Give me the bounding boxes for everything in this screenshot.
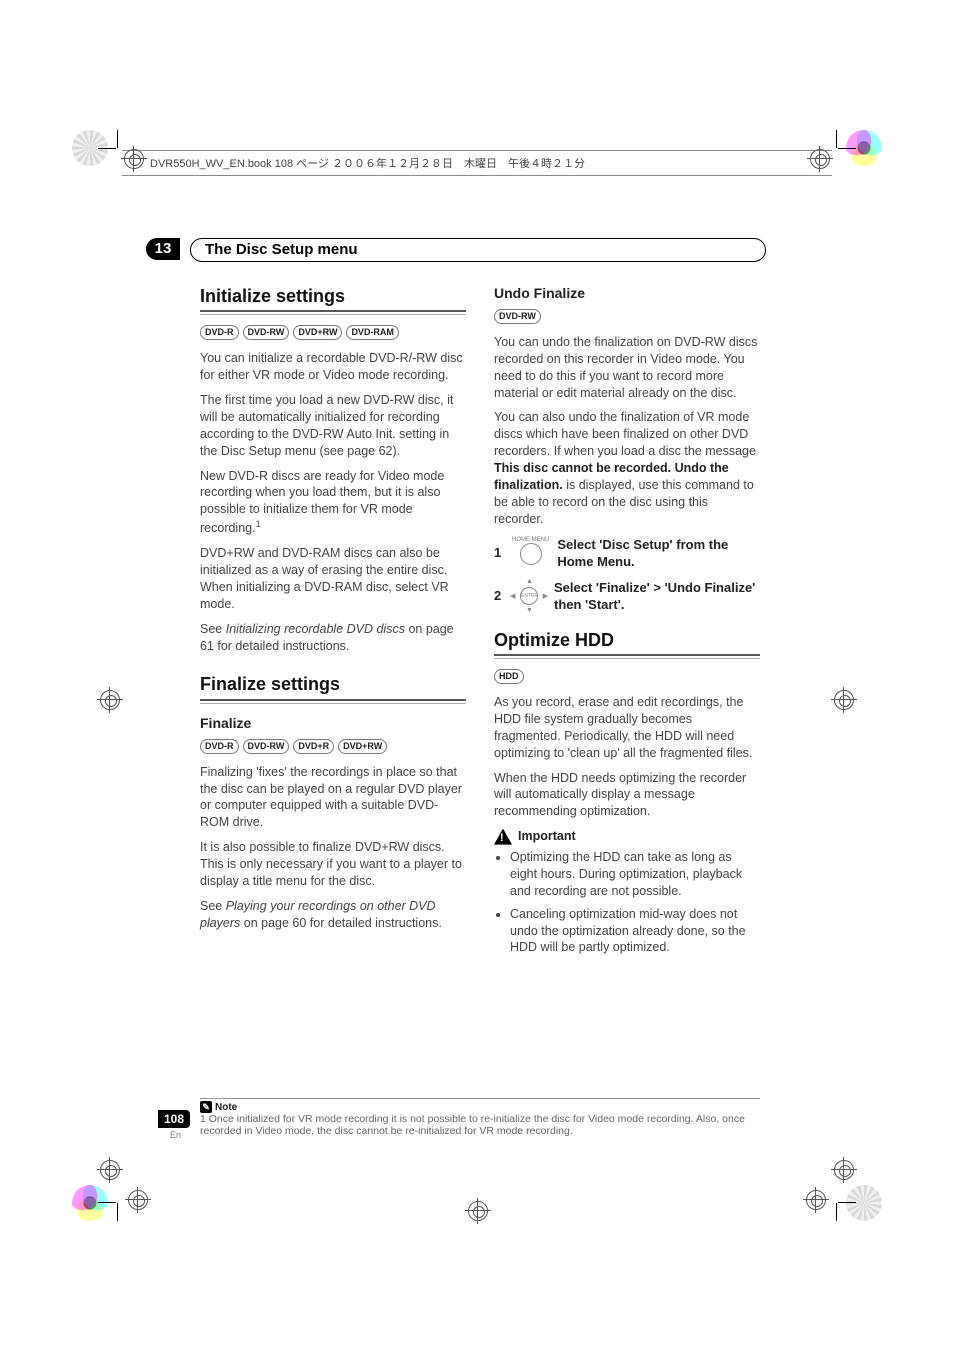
- registration-mark: [806, 1190, 826, 1210]
- registration-mark: [100, 1160, 120, 1180]
- badge-dvd-ram: DVD-RAM: [346, 325, 399, 340]
- body-text: As you record, erase and edit recordings…: [494, 694, 760, 762]
- body-text: Finalizing 'fixes' the recordings in pla…: [200, 764, 466, 832]
- enter-button-icon: ▲ ◀ ▶ ▼ ENTER: [512, 579, 546, 613]
- disc-badges-finalize: DVD-R DVD-RW DVD+R DVD+RW: [200, 739, 466, 754]
- important-heading: Important: [494, 828, 760, 845]
- heading-finalize-settings: Finalize settings: [200, 672, 466, 696]
- badge-dvd-rw: DVD-RW: [243, 325, 290, 340]
- body-text: New DVD-R discs are ready for Video mode…: [200, 468, 466, 538]
- badge-dvd-plus-r: DVD+R: [293, 739, 334, 754]
- step-text: Select 'Finalize' > 'Undo Finalize' then…: [554, 579, 760, 614]
- registration-mark: [834, 1160, 854, 1180]
- heading-optimize-hdd: Optimize HDD: [494, 628, 760, 652]
- body-text: DVD+RW and DVD-RAM discs can also be ini…: [200, 545, 466, 613]
- home-menu-label: HOME MENU: [512, 537, 549, 543]
- header-text: DVR550H_WV_EN.book 108 ページ ２００６年１２月２８日 木…: [150, 158, 585, 170]
- step-text: Select 'Disc Setup' from the Home Menu.: [557, 536, 760, 571]
- crop-mark: [836, 130, 837, 148]
- step-1: 1 HOME MENU Select 'Disc Setup' from the…: [494, 536, 760, 571]
- badge-dvd-rw: DVD-RW: [494, 309, 541, 324]
- subheading-finalize: Finalize: [200, 714, 466, 733]
- registration-mark: [834, 690, 854, 710]
- print-ornament: [846, 1185, 882, 1221]
- disc-badges-initialize: DVD-R DVD-RW DVD+RW DVD-RAM: [200, 325, 466, 340]
- disc-badges-hdd: HDD: [494, 669, 760, 684]
- chapter-title: The Disc Setup menu: [190, 238, 766, 262]
- list-item: Optimizing the HDD can take as long as e…: [510, 849, 760, 900]
- body-text: You can initialize a recordable DVD-R/-R…: [200, 350, 466, 384]
- body-text: It is also possible to finalize DVD+RW d…: [200, 839, 466, 890]
- crop-mark: [838, 148, 856, 149]
- footnote-box: ✎Note 1 Once initialized for VR mode rec…: [200, 1098, 760, 1137]
- registration-mark: [128, 1190, 148, 1210]
- crop-mark: [98, 148, 116, 149]
- crop-mark: [117, 1203, 118, 1221]
- warning-icon: [494, 829, 512, 845]
- badge-dvd-plus-rw: DVD+RW: [293, 325, 342, 340]
- disc-badges-undo: DVD-RW: [494, 309, 760, 324]
- note-text: 1 Once initialized for VR mode recording…: [200, 1113, 760, 1137]
- badge-dvd-r: DVD-R: [200, 739, 239, 754]
- subheading-undo-finalize: Undo Finalize: [494, 284, 760, 303]
- home-menu-button-icon: [520, 543, 542, 565]
- page-number: 108: [158, 1110, 190, 1128]
- crop-mark: [98, 1202, 116, 1203]
- note-icon: ✎: [200, 1101, 212, 1113]
- crop-mark: [836, 1203, 837, 1221]
- body-text: The first time you load a new DVD-RW dis…: [200, 392, 466, 460]
- body-text: See Initializing recordable DVD discs on…: [200, 621, 466, 655]
- note-label: Note: [215, 1102, 237, 1113]
- crop-mark: [117, 130, 118, 148]
- body-text: See Playing your recordings on other DVD…: [200, 898, 466, 932]
- cmyk-mark: [72, 1185, 108, 1221]
- body-text: You can undo the finalization on DVD-RW …: [494, 334, 760, 402]
- badge-hdd: HDD: [494, 669, 524, 684]
- step-2: 2 ▲ ◀ ▶ ▼ ENTER Select 'Finalize' > 'Und…: [494, 579, 760, 614]
- language-code: En: [170, 1130, 181, 1140]
- body-text: When the HDD needs optimizing the record…: [494, 770, 760, 821]
- badge-dvd-plus-rw: DVD+RW: [338, 739, 387, 754]
- crop-mark: [838, 1202, 856, 1203]
- print-header: DVR550H_WV_EN.book 108 ページ ２００６年１２月２８日 木…: [122, 150, 832, 176]
- footnote-ref: 1: [256, 519, 261, 529]
- list-item: Canceling optimization mid-way does not …: [510, 906, 760, 957]
- body-text: You can also undo the finalization of VR…: [494, 409, 760, 527]
- badge-dvd-rw: DVD-RW: [243, 739, 290, 754]
- badge-dvd-r: DVD-R: [200, 325, 239, 340]
- important-list: Optimizing the HDD can take as long as e…: [510, 849, 760, 956]
- registration-mark: [468, 1201, 488, 1221]
- registration-mark: [100, 690, 120, 710]
- heading-initialize-settings: Initialize settings: [200, 284, 466, 308]
- chapter-number-badge: 13: [146, 238, 180, 260]
